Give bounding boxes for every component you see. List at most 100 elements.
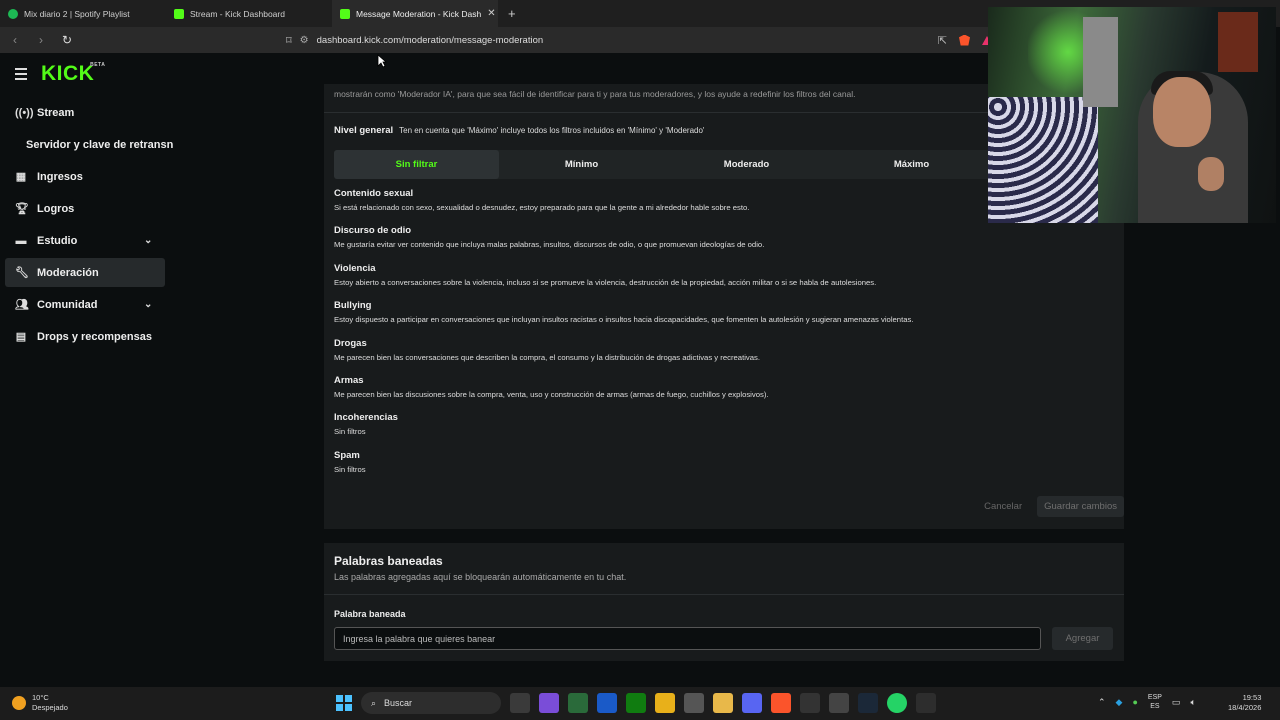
steam-icon[interactable] bbox=[858, 693, 878, 713]
banned-word-input[interactable] bbox=[334, 627, 1041, 650]
sidebar-item-comunidad[interactable]: 👥︎ Comunidad ⌄ bbox=[5, 290, 175, 319]
network-icon[interactable]: ▭ bbox=[1172, 697, 1181, 708]
url-field[interactable]: dashboard.kick.com/moderation/message-mo… bbox=[317, 35, 544, 46]
search-label: Buscar bbox=[384, 698, 413, 708]
epic-games-icon[interactable] bbox=[800, 693, 820, 713]
category-item: Incoherencias Sin filtros bbox=[334, 412, 1114, 449]
tab-title: Stream - Kick Dashboard bbox=[190, 8, 285, 19]
category-item: Bullying Estoy dispuesto a participar en … bbox=[334, 300, 1114, 337]
tab-title: Message Moderation - Kick Dash bbox=[356, 8, 482, 19]
folder-icon[interactable] bbox=[713, 693, 733, 713]
volume-icon[interactable]: 🔈︎ bbox=[1190, 697, 1195, 708]
app-icon[interactable] bbox=[568, 693, 588, 713]
category-title: Spam bbox=[334, 449, 360, 461]
kick-icon bbox=[340, 8, 350, 19]
sidebar-item-label: Drops y recompensas bbox=[37, 330, 152, 343]
gift-icon: ▤ bbox=[15, 331, 27, 343]
spotify-icon bbox=[8, 8, 18, 19]
banned-words-subtitle: Las palabras agregadas aquí se bloqueará… bbox=[334, 572, 627, 582]
mic-icon[interactable]: ● bbox=[1132, 697, 1137, 707]
chevron-down-icon[interactable]: ⌄ bbox=[144, 235, 152, 246]
xbox-icon[interactable] bbox=[626, 693, 646, 713]
add-word-button[interactable]: Agregar bbox=[1052, 627, 1113, 650]
sidebar-item-logros[interactable]: 🏆︎ Logros bbox=[5, 194, 175, 223]
sidebar-item-drops[interactable]: ▤ Drops y recompensas bbox=[5, 322, 175, 351]
category-item: Spam Sin filtros bbox=[334, 450, 1114, 487]
reload-icon[interactable]: ↻ bbox=[60, 33, 74, 47]
tab-kick-stream[interactable]: Stream - Kick Dashboard bbox=[166, 0, 332, 27]
tab-message-moderation[interactable]: Message Moderation - Kick Dash ✕ bbox=[332, 0, 498, 27]
date: 18/4/2026 bbox=[1228, 703, 1262, 712]
category-item: Discurso de odio Me gustaría evitar ver c… bbox=[334, 225, 1114, 262]
sidebar-item-label: Moderación bbox=[37, 266, 99, 279]
banned-words-card: Palabras baneadas Las palabras agregadas… bbox=[324, 543, 1124, 661]
security-icon[interactable]: ◆ bbox=[1116, 697, 1123, 708]
copilot-icon[interactable] bbox=[539, 693, 559, 713]
sidebar-item-server-key[interactable]: Servidor y clave de retransn bbox=[5, 130, 175, 159]
discord-icon[interactable] bbox=[742, 693, 762, 713]
banned-word-label: Palabra baneada bbox=[334, 609, 406, 619]
share-icon[interactable]: ⇱ bbox=[938, 34, 947, 47]
webcam-overlay bbox=[988, 7, 1276, 223]
sidebar-item-label: Comunidad bbox=[37, 298, 98, 311]
forward-icon[interactable]: › bbox=[34, 33, 48, 47]
brave-icon[interactable] bbox=[771, 693, 791, 713]
level-selector: Sin filtrar Mínimo Moderado Máximo bbox=[334, 150, 994, 179]
weather-widget[interactable]: 10°C Despejado bbox=[12, 693, 68, 713]
sidebar-item-moderacion[interactable]: 🔧︎ Moderación bbox=[5, 258, 165, 287]
category-desc: Estoy dispuesto a participar en conversa… bbox=[334, 315, 914, 325]
clock[interactable]: 19:53 18/4/2026 bbox=[1228, 693, 1261, 713]
chevron-up-icon[interactable]: ⌃ bbox=[1098, 697, 1106, 708]
category-item: Armas Me parecen bien las discusiones sob… bbox=[334, 375, 1114, 412]
tab-spotify[interactable]: Mix diario 2 | Spotify Playlist bbox=[0, 0, 166, 27]
cancel-button[interactable]: Cancelar bbox=[977, 496, 1029, 517]
rockstar-icon[interactable] bbox=[655, 693, 675, 713]
menu-icon[interactable] bbox=[15, 68, 27, 80]
category-desc: Sin filtros bbox=[334, 464, 366, 474]
sidebar-item-label: Ingresos bbox=[37, 170, 83, 183]
save-changes-button[interactable]: Guardar cambios bbox=[1037, 496, 1124, 517]
windows-start-icon[interactable] bbox=[336, 695, 352, 711]
sidebar-item-stream[interactable]: ((•)) Stream bbox=[5, 98, 175, 127]
level-option-moderado[interactable]: Moderado bbox=[664, 150, 829, 179]
app-icon[interactable] bbox=[916, 693, 936, 713]
category-list: Contenido sexual Si está relacionado con … bbox=[334, 188, 1114, 487]
close-icon[interactable]: ✕ bbox=[487, 8, 495, 19]
bookmark-icon[interactable]: ⌑ bbox=[286, 34, 292, 47]
users-icon: 👥︎ bbox=[15, 299, 29, 311]
category-title: Violencia bbox=[334, 262, 376, 274]
category-desc: Me parecen bien las discusiones sobre la… bbox=[334, 389, 769, 399]
sidebar-item-label: Estudio bbox=[37, 234, 78, 247]
kick-icon bbox=[174, 8, 184, 19]
level-option-maximo[interactable]: Máximo bbox=[829, 150, 994, 179]
back-icon[interactable]: ‹ bbox=[8, 33, 22, 47]
site-settings-icon[interactable]: ⚙ bbox=[300, 35, 309, 46]
brave-shield-icon[interactable] bbox=[959, 34, 970, 46]
category-title: Bullying bbox=[334, 300, 372, 312]
taskbar: 10°C Despejado ⌕ Buscar ⌃ ◆ ● ESP ES ▭ 🔈… bbox=[0, 687, 1280, 720]
tab-title: Mix diario 2 | Spotify Playlist bbox=[24, 8, 130, 19]
category-desc: Me gustaría evitar ver contenido que inc… bbox=[334, 240, 765, 250]
whatsapp-icon[interactable] bbox=[887, 693, 907, 713]
mouse-cursor bbox=[377, 54, 387, 68]
new-tab-icon[interactable]: + bbox=[498, 0, 526, 27]
taskbar-search[interactable]: ⌕ Buscar bbox=[361, 692, 501, 714]
level-option-minimo[interactable]: Mínimo bbox=[499, 150, 664, 179]
sidebar-item-estudio[interactable]: ▬ Estudio ⌄ bbox=[5, 226, 175, 255]
trophy-icon: 🏆︎ bbox=[15, 203, 29, 215]
studio-icon: ▬ bbox=[15, 234, 27, 247]
level-option-sin-filtrar[interactable]: Sin filtrar bbox=[334, 150, 499, 179]
time: 19:53 bbox=[1242, 693, 1262, 702]
wrench-icon: 🔧︎ bbox=[15, 267, 29, 279]
settings-icon[interactable] bbox=[684, 693, 704, 713]
language-indicator[interactable]: ESP ES bbox=[1148, 693, 1162, 711]
store-icon[interactable] bbox=[829, 693, 849, 713]
outlook-icon[interactable] bbox=[597, 693, 617, 713]
chevron-down-icon[interactable]: ⌄ bbox=[144, 299, 152, 310]
kick-logo[interactable]: KICK BETA bbox=[41, 62, 105, 86]
chart-icon: ▦ bbox=[15, 171, 27, 183]
sidebar-item-label: Stream bbox=[37, 106, 75, 119]
task-view-icon[interactable] bbox=[510, 693, 530, 713]
category-title: Discurso de odio bbox=[334, 225, 412, 237]
sidebar-item-ingresos[interactable]: ▦ Ingresos bbox=[5, 162, 175, 191]
